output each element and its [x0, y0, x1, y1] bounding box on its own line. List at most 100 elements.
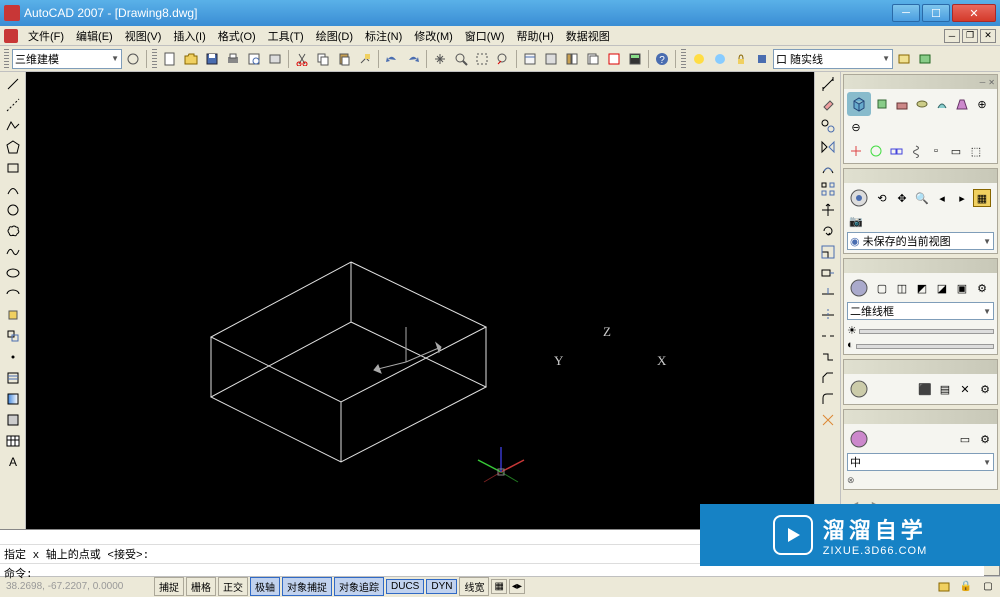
erase-button[interactable] — [818, 95, 838, 115]
view-state-dropdown[interactable]: ◉ 未保存的当前视图 ▼ — [847, 232, 994, 250]
grid-toggle[interactable]: 栅格 — [186, 577, 216, 596]
publish-button[interactable] — [265, 49, 285, 69]
menu-view[interactable]: 视图(V) — [119, 26, 168, 46]
arc-button[interactable] — [3, 179, 23, 199]
child-close-button[interactable]: ✕ — [980, 29, 996, 43]
polysolid-icon[interactable]: ▫ — [927, 142, 945, 160]
close-button[interactable]: ✕ — [952, 4, 996, 22]
child-minimize-button[interactable]: ─ — [944, 29, 960, 43]
rectangle-button[interactable] — [3, 158, 23, 178]
render-preset-dropdown[interactable]: 中 ▼ — [847, 453, 994, 471]
menu-tools[interactable]: 工具(T) — [262, 26, 310, 46]
ortho-toggle[interactable]: 正交 — [218, 577, 248, 596]
presspull-icon[interactable] — [893, 95, 911, 113]
gradient-button[interactable] — [3, 389, 23, 409]
help-button[interactable]: ? — [652, 49, 672, 69]
render-icon[interactable] — [847, 427, 871, 451]
menu-modify[interactable]: 修改(M) — [408, 26, 459, 46]
orbit-icon[interactable]: ⟲ — [873, 189, 891, 207]
scale-button[interactable] — [818, 242, 838, 262]
minimize-button[interactable]: ─ — [892, 4, 920, 22]
region-button[interactable] — [3, 410, 23, 430]
trim-button[interactable] — [818, 284, 838, 304]
dyn-toggle[interactable]: DYN — [426, 579, 457, 594]
move-button[interactable] — [818, 200, 838, 220]
expand-icon[interactable]: ⊗ — [847, 475, 855, 486]
drawing-canvas[interactable]: Z X Y — [26, 72, 814, 529]
ducs-toggle[interactable]: DUCS — [386, 579, 424, 594]
stretch-button[interactable] — [818, 263, 838, 283]
visual-style-icon[interactable] — [847, 276, 871, 300]
maximize-button[interactable]: ☐ — [922, 4, 950, 22]
layer-manager-button[interactable] — [894, 49, 914, 69]
break-button[interactable] — [818, 326, 838, 346]
rotate-button[interactable] — [818, 221, 838, 241]
distance-button[interactable] — [818, 74, 838, 94]
paste-button[interactable] — [334, 49, 354, 69]
contrast-slider[interactable] — [856, 344, 994, 349]
box-icon[interactable] — [847, 92, 871, 116]
workspace-dropdown[interactable]: 三维建模 ▼ — [12, 49, 122, 69]
clean-screen-icon[interactable]: ▢ — [978, 577, 998, 597]
3d-align-icon[interactable] — [887, 142, 905, 160]
view-prev-icon[interactable]: ◂ — [933, 189, 951, 207]
quickcalc-button[interactable] — [625, 49, 645, 69]
insert-block-button[interactable] — [3, 305, 23, 325]
make-block-button[interactable] — [3, 326, 23, 346]
revolve-icon[interactable] — [913, 95, 931, 113]
zoom-window-button[interactable] — [472, 49, 492, 69]
view-next-icon[interactable]: ▸ — [953, 189, 971, 207]
menu-window[interactable]: 窗口(W) — [459, 26, 511, 46]
offset-button[interactable] — [818, 158, 838, 178]
named-views-icon[interactable]: ▦ — [973, 189, 991, 207]
fillet-button[interactable] — [818, 389, 838, 409]
camera-icon[interactable]: 📷 — [847, 212, 865, 230]
section-icon[interactable]: ⬚ — [967, 142, 985, 160]
cut-button[interactable] — [292, 49, 312, 69]
circle-button[interactable] — [3, 200, 23, 220]
visual-style-dropdown[interactable]: 二维线框 ▼ — [847, 302, 994, 320]
vs-conceptual-icon[interactable]: ▣ — [953, 279, 971, 297]
remove-material-icon[interactable]: ✕ — [956, 380, 974, 398]
materials-icon[interactable] — [847, 377, 871, 401]
ellipse-arc-button[interactable] — [3, 284, 23, 304]
vs-hidden-icon[interactable]: ◩ — [913, 279, 931, 297]
redo-button[interactable] — [403, 49, 423, 69]
zoom-realtime-button[interactable] — [451, 49, 471, 69]
copy-button[interactable] — [313, 49, 333, 69]
markup-button[interactable] — [604, 49, 624, 69]
sweep-icon[interactable] — [933, 95, 951, 113]
extrude-icon[interactable] — [873, 95, 891, 113]
otrack-toggle[interactable]: 对象追踪 — [334, 577, 384, 596]
model-toggle[interactable]: ▦ — [491, 579, 506, 594]
line-button[interactable] — [3, 74, 23, 94]
mtext-button[interactable]: A — [3, 452, 23, 472]
construction-line-button[interactable] — [3, 95, 23, 115]
layer-dropdown[interactable]: 口 随实线 ▼ — [773, 49, 893, 69]
hatch-button[interactable] — [3, 368, 23, 388]
spline-button[interactable] — [3, 242, 23, 262]
join-button[interactable] — [818, 347, 838, 367]
extend-button[interactable] — [818, 305, 838, 325]
toolbar-grip[interactable] — [4, 49, 9, 69]
zoom-previous-button[interactable] — [493, 49, 513, 69]
layer-color-button[interactable] — [752, 49, 772, 69]
pan-button[interactable] — [430, 49, 450, 69]
3d-rotate-icon[interactable] — [867, 142, 885, 160]
snap-toggle[interactable]: 捕捉 — [154, 577, 184, 596]
menu-file[interactable]: 文件(F) — [22, 26, 70, 46]
print-preview-button[interactable] — [244, 49, 264, 69]
toolbar-grip[interactable] — [152, 49, 157, 69]
menu-insert[interactable]: 插入(I) — [167, 26, 211, 46]
save-button[interactable] — [202, 49, 222, 69]
attach-material-icon[interactable]: ⬛ — [916, 380, 934, 398]
sheet-set-button[interactable] — [583, 49, 603, 69]
layer-previous-button[interactable] — [915, 49, 935, 69]
render-preset-icon[interactable]: ⚙ — [976, 430, 994, 448]
workspace-settings-button[interactable] — [123, 49, 143, 69]
subtract-icon[interactable]: ⊖ — [847, 118, 865, 136]
child-restore-button[interactable]: ❐ — [962, 29, 978, 43]
undo-button[interactable] — [382, 49, 402, 69]
vs-manage-icon[interactable]: ⚙ — [973, 279, 991, 297]
polygon-button[interactable] — [3, 137, 23, 157]
